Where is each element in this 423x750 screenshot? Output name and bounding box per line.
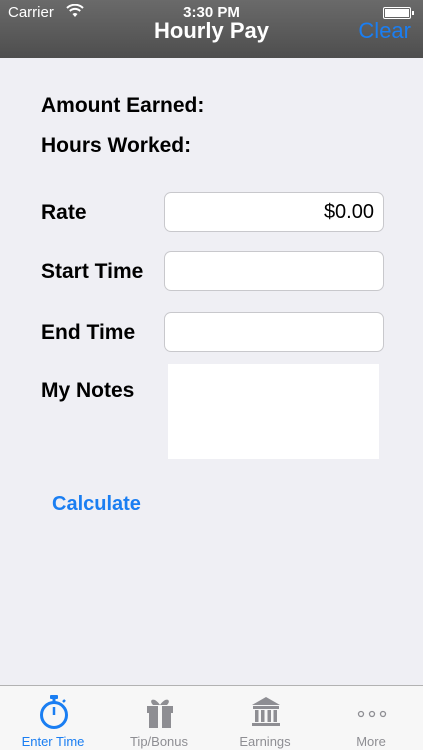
stopwatch-icon: [40, 695, 68, 729]
gift-icon: [147, 699, 173, 728]
end-time-label: End Time: [41, 321, 136, 344]
tab-label: Tip/Bonus: [129, 734, 189, 749]
tab-tip-bonus[interactable]: Tip/Bonus: [106, 686, 212, 750]
start-time-label: Start Time: [41, 260, 144, 283]
tab-label: More: [356, 734, 386, 749]
tab-enter-time[interactable]: Enter Time: [0, 686, 106, 750]
amount-earned-label: Amount Earned:: [41, 94, 205, 117]
more-icon: [357, 710, 387, 718]
navigation-bar: Carrier 3:30 PM Hourly Pay Clear: [0, 0, 423, 58]
tab-bar: Enter Time Tip/Bonus Earnings More: [0, 685, 423, 750]
bank-icon: [252, 697, 280, 726]
start-time-input[interactable]: [164, 251, 384, 291]
end-time-input[interactable]: [164, 312, 384, 352]
rate-label: Rate: [41, 201, 87, 224]
rate-input[interactable]: [164, 192, 384, 232]
hours-worked-label: Hours Worked:: [41, 134, 192, 157]
calculate-button[interactable]: Calculate: [52, 493, 141, 516]
tab-label: Earnings: [239, 734, 291, 749]
notes-textarea[interactable]: [168, 364, 379, 459]
notes-label: My Notes: [41, 379, 135, 402]
tab-earnings[interactable]: Earnings: [212, 686, 318, 750]
tab-more[interactable]: More: [318, 686, 423, 750]
clear-button[interactable]: Clear: [358, 18, 411, 44]
tab-label: Enter Time: [21, 734, 85, 749]
